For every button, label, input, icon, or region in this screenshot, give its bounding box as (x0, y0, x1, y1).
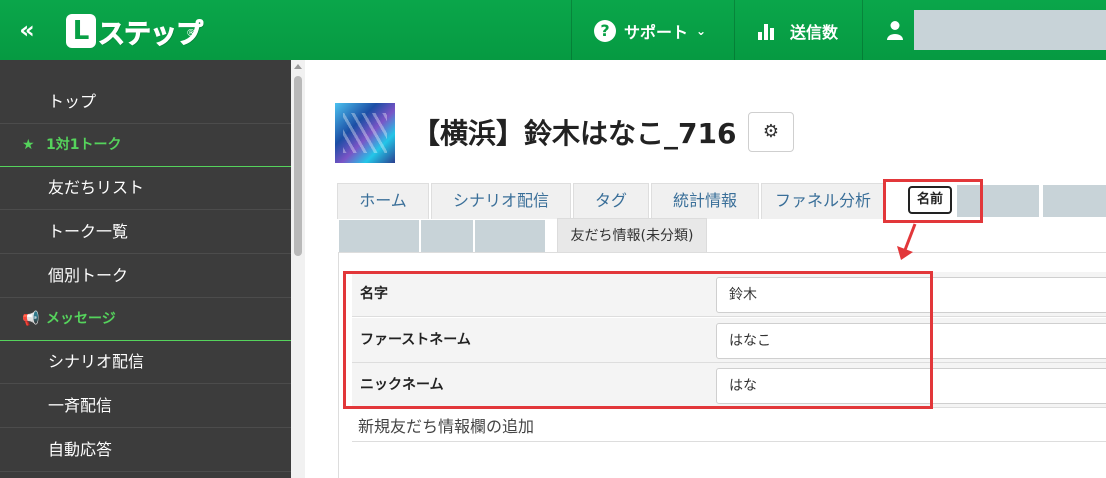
sidebar-item-friends-list[interactable]: 友だちリスト (0, 166, 291, 210)
sidebar: トップ ★ 1対1トーク 友だちリスト トーク一覧 個別トーク 📢 メッセージ シナ… (0, 60, 291, 478)
tab-redacted[interactable] (421, 220, 473, 252)
send-count-label: 送信数 (790, 23, 839, 42)
chevron-down-icon: ⌄ (696, 24, 707, 38)
header-divider (862, 0, 863, 60)
add-friend-info-field-link[interactable]: 新規友だち情報欄の追加 (358, 413, 534, 437)
annotation-arrow-icon (897, 223, 917, 260)
megaphone-icon: 📢 (22, 311, 40, 327)
sidebar-item-scenario[interactable]: シナリオ配信 (0, 340, 291, 384)
gear-icon: ⚙ (762, 121, 780, 142)
star-icon: ★ (22, 137, 35, 153)
tab-home[interactable]: ホーム (337, 183, 429, 219)
sidebar-item-auto-reply[interactable]: 自動応答 (0, 428, 291, 472)
settings-button[interactable]: ⚙ (748, 112, 794, 152)
tab-funnel[interactable]: ファネル分析 (761, 183, 885, 219)
tab-scenario[interactable]: シナリオ配信 (431, 183, 571, 219)
question-icon: ? (594, 20, 616, 42)
highlight-box-fields (343, 271, 933, 409)
support-menu-button[interactable]: ? サポート ⌄ (594, 18, 706, 44)
tab-redacted[interactable] (475, 220, 545, 252)
tab-redacted[interactable] (339, 220, 419, 252)
tab-redacted[interactable] (1043, 185, 1106, 217)
sidebar-item-top[interactable]: トップ (0, 80, 291, 124)
send-count-button[interactable]: 送信数 (758, 18, 838, 44)
tab-statistics[interactable]: 統計情報 (651, 183, 759, 219)
app-header: « L ステップ ® ? サポート ⌄ 送信数 (0, 0, 1106, 60)
sidebar-item-broadcast[interactable]: 一斉配信 (0, 384, 291, 428)
page-title: 【横浜】鈴木はなこ_716 (412, 117, 737, 150)
tab-friend-info-uncategorized[interactable]: 友だち情報(未分類) (557, 218, 707, 252)
collapse-sidebar-icon[interactable]: « (12, 14, 42, 46)
friend-avatar (335, 103, 395, 163)
header-divider (571, 0, 572, 60)
highlight-box-tab (883, 179, 983, 223)
scroll-up-icon[interactable] (294, 64, 302, 69)
registered-mark: ® (186, 28, 196, 39)
sidebar-item-talk-list[interactable]: トーク一覧 (0, 210, 291, 254)
scrollbar-thumb[interactable] (294, 76, 302, 256)
sidebar-item-individual-talk[interactable]: 個別トーク (0, 254, 291, 298)
user-icon[interactable] (886, 20, 904, 40)
sidebar-section-message: 📢 メッセージ (0, 297, 291, 341)
account-name-redacted[interactable] (914, 10, 1106, 50)
bar-chart-icon (758, 22, 778, 40)
divider (352, 441, 1106, 442)
app-logo[interactable]: L ステップ (66, 12, 204, 50)
support-label: サポート (624, 23, 689, 42)
header-divider (734, 0, 735, 60)
sidebar-section-one-on-one: ★ 1対1トーク (0, 123, 291, 167)
tab-tag[interactable]: タグ (573, 183, 649, 219)
logo-badge: L (66, 14, 96, 48)
